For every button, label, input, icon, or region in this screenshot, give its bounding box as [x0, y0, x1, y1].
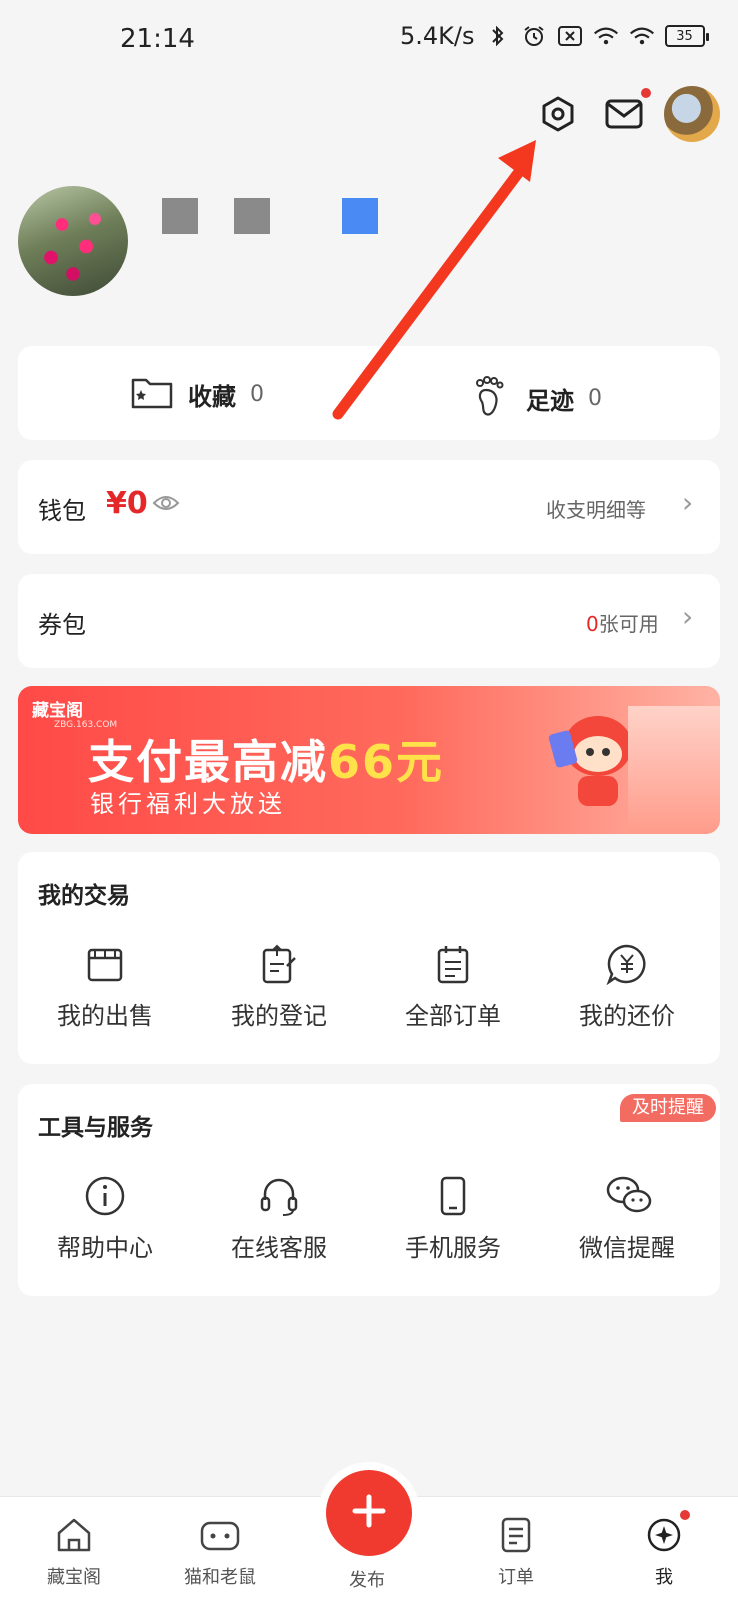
- status-indicators: 5.4K/s 35: [400, 22, 709, 50]
- favorites-count: 0: [250, 381, 264, 407]
- banner-title: 支付最高减66元: [88, 726, 444, 792]
- coupon-label: 券包: [38, 611, 86, 639]
- gear-icon[interactable]: [536, 92, 580, 136]
- profile-icon: [644, 1515, 684, 1559]
- online-service-label: 在线客服: [231, 1234, 327, 1262]
- wallet-detail-link: 收支明细等: [546, 498, 646, 522]
- banner-logo: 藏宝阁: [32, 701, 83, 721]
- wechat-remind-label: 微信提醒: [579, 1234, 675, 1262]
- footprint-count: 0: [588, 385, 602, 411]
- home-icon: [54, 1515, 94, 1559]
- plus-icon: [349, 1491, 389, 1535]
- phone-icon: [431, 1174, 475, 1218]
- collect-card: 收藏 0 足迹 0: [18, 346, 720, 440]
- mail-icon[interactable]: [602, 92, 646, 136]
- status-time: 21:14: [120, 24, 195, 54]
- wechat-icon: [605, 1174, 652, 1218]
- wallet-row[interactable]: 钱包 ¥0 收支明细等 ›: [18, 460, 720, 554]
- trade-title: 我的交易: [38, 883, 130, 909]
- headset-icon: [257, 1174, 301, 1218]
- banner-title-prefix: 支付最高减: [88, 735, 328, 789]
- calendar-list-icon: [431, 942, 475, 986]
- phone-service-label: 手机服务: [405, 1234, 501, 1262]
- battery-indicator: 35: [664, 25, 709, 47]
- coupon-suffix: 张可用: [598, 612, 659, 636]
- tools-title: 工具与服务: [38, 1115, 153, 1141]
- my-bargain-button[interactable]: 我的还价: [542, 942, 712, 1031]
- network-speed: 5.4K/s: [400, 22, 475, 50]
- alarm-icon: [521, 23, 547, 49]
- my-register-label: 我的登记: [231, 1002, 327, 1030]
- nav-orders[interactable]: 订单: [456, 1515, 576, 1589]
- username-redacted-block: [234, 198, 270, 234]
- yuan-chat-icon: [605, 942, 649, 986]
- footprint-label: 足迹: [526, 386, 574, 415]
- tools-section: 工具与服务 帮助中心 在线客服 手机服务 微信提醒: [18, 1084, 720, 1296]
- online-service-button[interactable]: 在线客服: [194, 1174, 364, 1263]
- nav-home[interactable]: 藏宝阁: [14, 1515, 134, 1589]
- register-icon: [257, 942, 301, 986]
- coupon-row[interactable]: 券包 0张可用 ›: [18, 574, 720, 668]
- wallet-label: 钱包: [38, 497, 86, 525]
- username-redacted-block: [162, 198, 198, 234]
- status-bar: 21:14 5.4K/s 35: [0, 0, 738, 80]
- chevron-right-icon: ›: [682, 600, 694, 633]
- my-register-button[interactable]: 我的登记: [194, 942, 364, 1031]
- store-icon: [83, 942, 127, 986]
- nav-me-label: 我: [655, 1567, 673, 1588]
- username-redacted-block: [342, 198, 378, 234]
- building-illustration: [628, 706, 720, 834]
- help-center-button[interactable]: 帮助中心: [20, 1174, 190, 1263]
- timely-reminder-badge: 及时提醒: [620, 1094, 716, 1122]
- nav-me[interactable]: 我: [604, 1515, 724, 1589]
- phone-service-button[interactable]: 手机服务: [368, 1174, 538, 1263]
- help-center-label: 帮助中心: [57, 1234, 153, 1262]
- footprint-entry[interactable]: 足迹 0: [472, 374, 602, 422]
- footprint-icon: [472, 374, 512, 422]
- game-icon: [198, 1515, 242, 1559]
- all-orders-label: 全部订单: [405, 1002, 501, 1030]
- nav-orders-label: 订单: [498, 1567, 534, 1588]
- nav-game[interactable]: 猫和老鼠: [160, 1515, 280, 1589]
- wifi-icon: [629, 23, 655, 49]
- folder-star-icon: [130, 374, 174, 414]
- banner-subtitle: 银行福利大放送: [90, 790, 286, 818]
- my-sales-label: 我的出售: [57, 1002, 153, 1030]
- nav-home-label: 藏宝阁: [47, 1567, 101, 1588]
- mail-unread-dot: [641, 88, 651, 98]
- coupon-count: 0: [586, 612, 599, 636]
- banner-title-highlight: 66元: [328, 735, 445, 789]
- wechat-remind-button[interactable]: 微信提醒: [542, 1174, 712, 1263]
- avatar[interactable]: [664, 86, 720, 142]
- all-orders-button[interactable]: 全部订单: [368, 942, 538, 1031]
- favorites-label: 收藏: [188, 382, 236, 411]
- info-icon: [83, 1174, 127, 1218]
- favorites-entry[interactable]: 收藏 0: [130, 374, 264, 414]
- chevron-right-icon: ›: [682, 486, 694, 519]
- my-sales-button[interactable]: 我的出售: [20, 942, 190, 1031]
- wifi-icon: [593, 23, 619, 49]
- eye-icon[interactable]: [152, 492, 180, 518]
- order-icon: [496, 1515, 536, 1559]
- bluetooth-icon: [485, 23, 511, 49]
- coupon-available: 0张可用: [586, 608, 659, 637]
- promo-banner[interactable]: 藏宝阁 ZBG.163.COM 支付最高减66元 银行福利大放送: [18, 686, 720, 834]
- profile-avatar[interactable]: [18, 186, 128, 296]
- trade-section: 我的交易 我的出售 我的登记 全部订单 我的还价: [18, 852, 720, 1064]
- wallet-amount: ¥0: [106, 486, 148, 521]
- my-bargain-label: 我的还价: [579, 1002, 675, 1030]
- publish-label: 发布: [349, 1570, 385, 1591]
- sim-off-icon: [557, 23, 583, 49]
- publish-button[interactable]: [326, 1470, 412, 1556]
- nav-me-badge-dot: [680, 1510, 690, 1520]
- nav-game-label: 猫和老鼠: [184, 1567, 256, 1588]
